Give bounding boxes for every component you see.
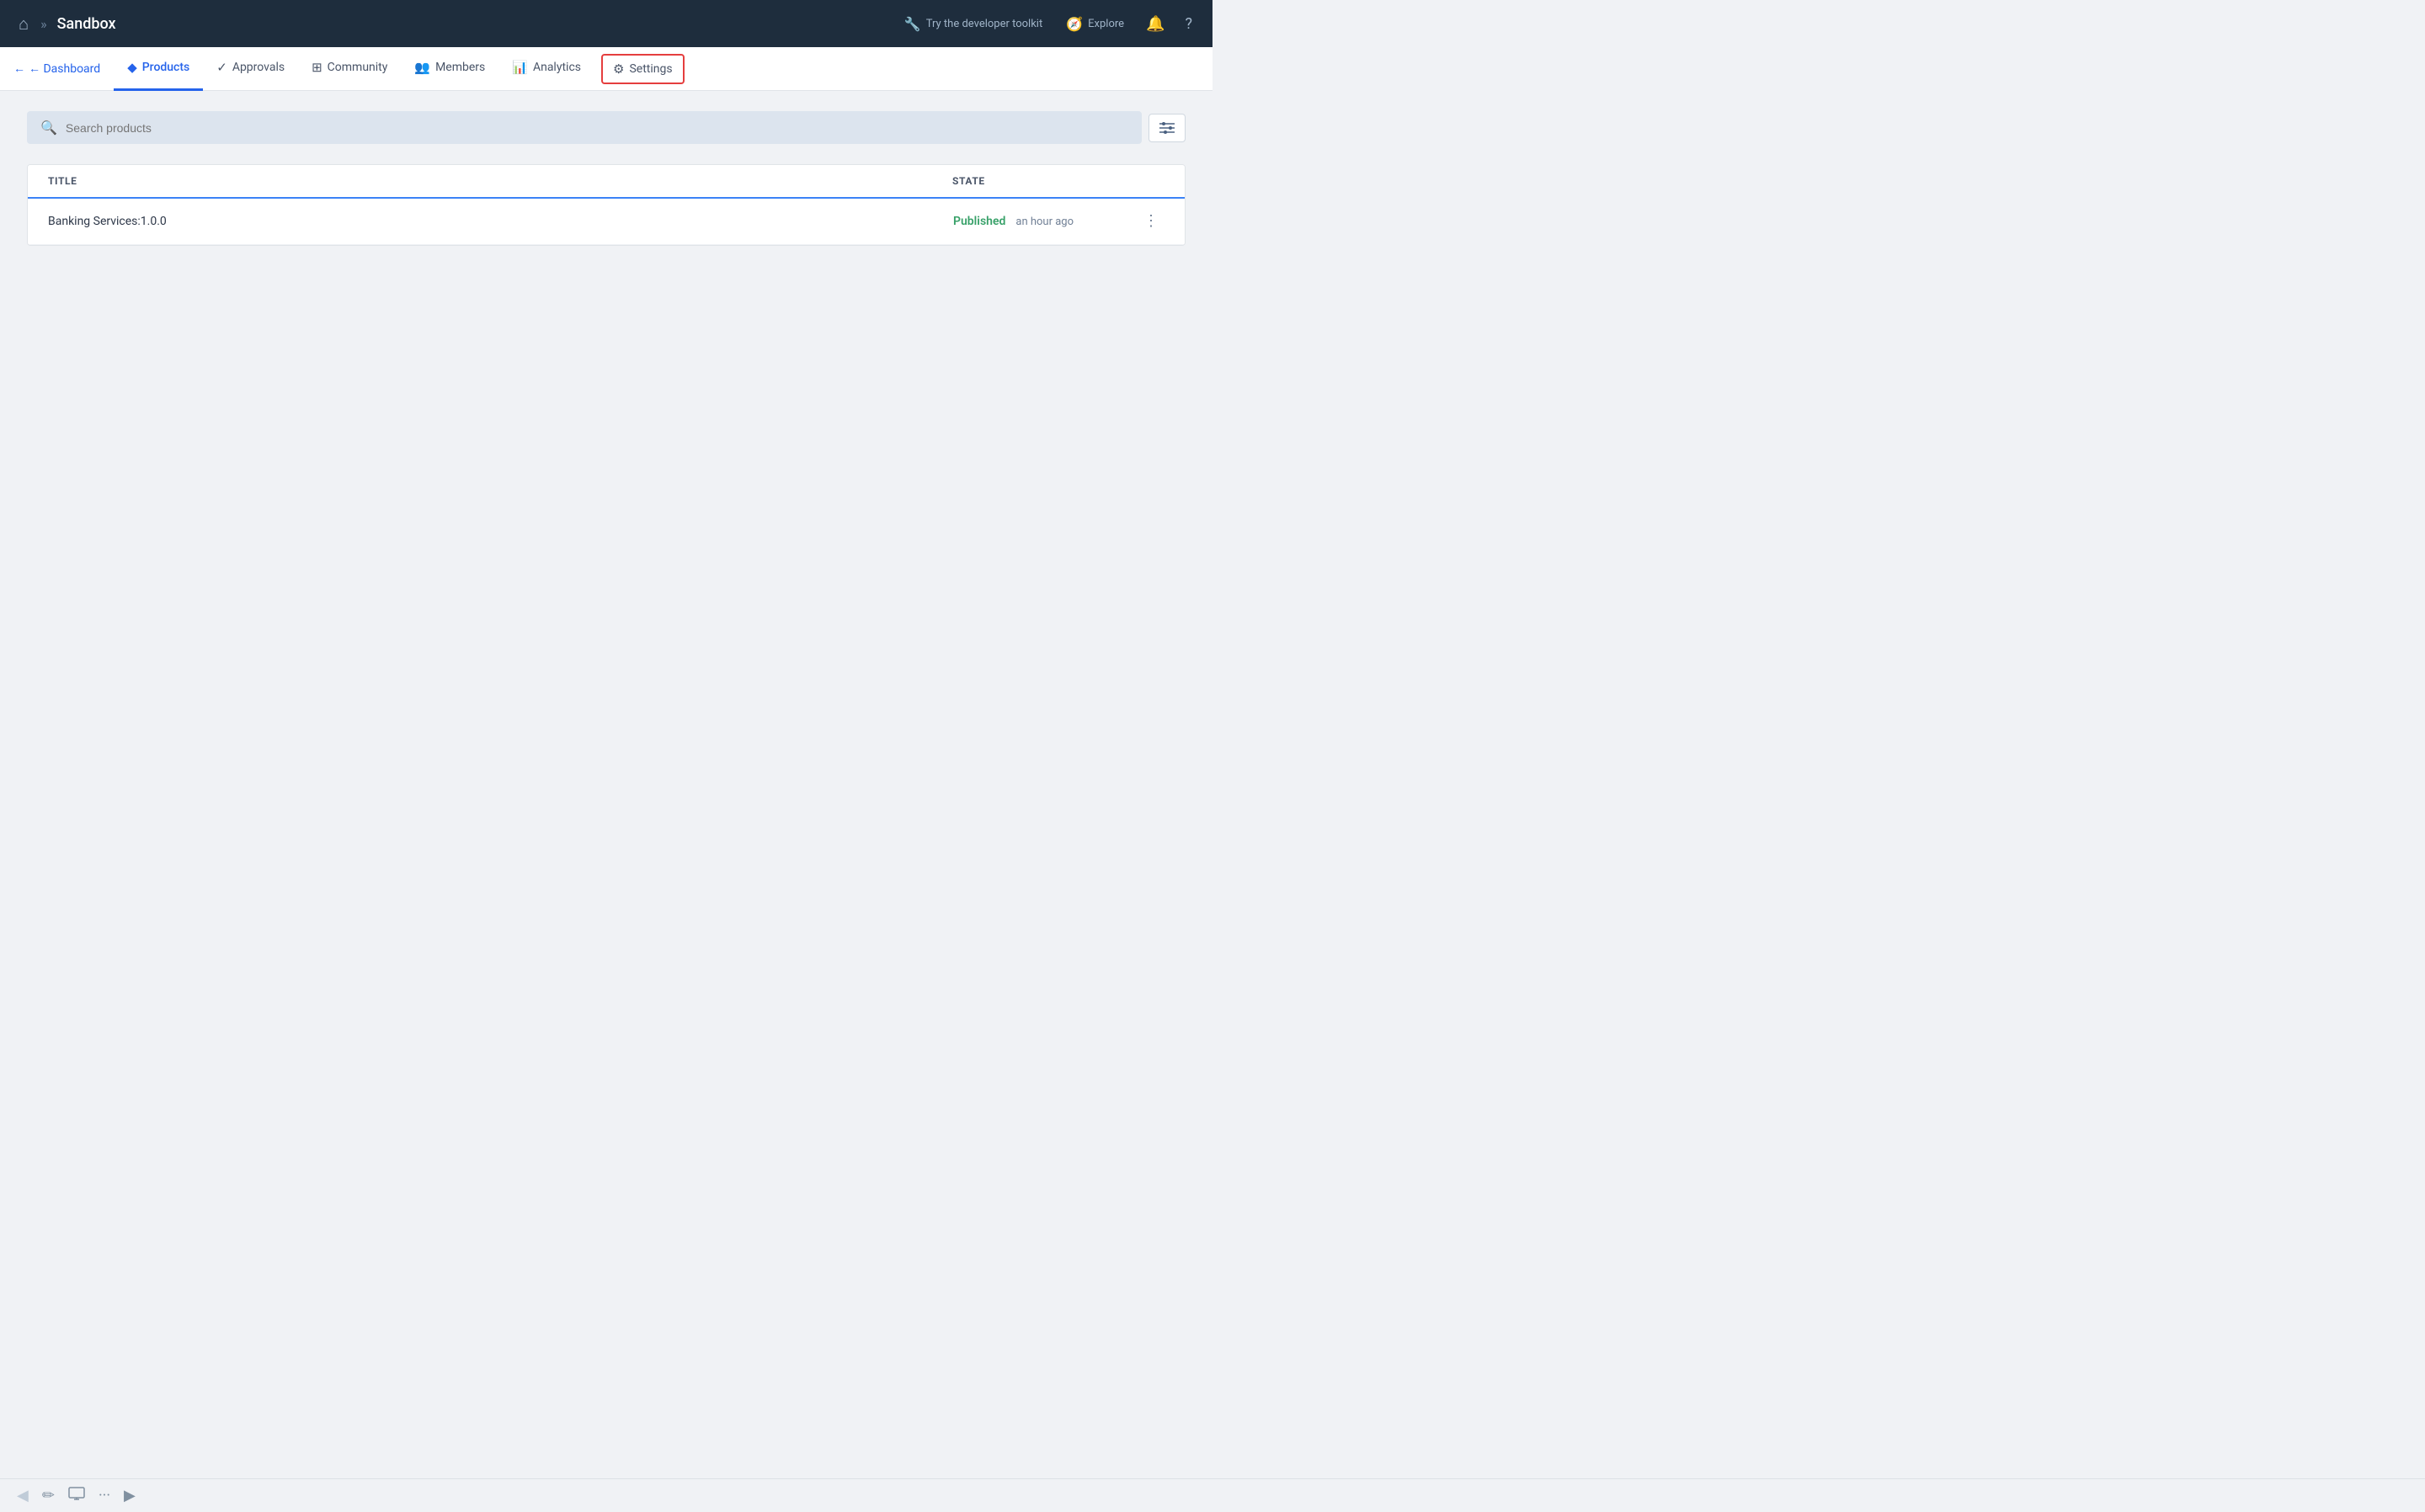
settings-tab-icon: ⚙ [613, 61, 624, 77]
analytics-tab-icon: 📊 [512, 60, 528, 75]
more-options-icon[interactable]: ··· [95, 1483, 114, 1508]
products-table: TITLE STATE Banking Services:1.0.0 Publi… [27, 164, 1186, 246]
members-tab-label: Members [435, 61, 485, 74]
approvals-tab-icon: ✓ [216, 60, 227, 75]
tab-analytics[interactable]: 📊 Analytics [498, 47, 594, 91]
page-title: Sandbox [57, 15, 889, 33]
toolkit-icon: 🔧 [904, 16, 921, 32]
members-tab-icon: 👥 [414, 60, 430, 75]
table-row[interactable]: Banking Services:1.0.0 Published an hour… [28, 199, 1185, 245]
community-tab-icon: ⊞ [312, 60, 322, 75]
products-tab-icon: ◆ [127, 60, 137, 75]
tab-navigation: ← ← Dashboard ◆ Products ✓ Approvals ⊞ C… [0, 47, 1212, 91]
status-badge: Published [953, 215, 1005, 228]
row-state-area: Published an hour ago [953, 215, 1138, 228]
column-title-header: TITLE [48, 175, 952, 187]
help-icon[interactable]: ? [1178, 10, 1199, 38]
dashboard-back-link[interactable]: ← ← Dashboard [13, 61, 110, 76]
breadcrumb-chevron: » [40, 16, 47, 32]
search-container: 🔍 [27, 111, 1186, 144]
explore-label: Explore [1088, 18, 1124, 30]
back-navigation-icon[interactable]: ◀ [13, 1483, 32, 1508]
tab-products[interactable]: ◆ Products [114, 47, 203, 91]
settings-tab-label: Settings [629, 62, 672, 76]
explore-button[interactable]: 🧭 Explore [1058, 11, 1133, 37]
back-arrow-icon: ← [13, 61, 25, 76]
bottom-toolbar: ◀ ✏ ··· ▶ [0, 1478, 2425, 1512]
search-input[interactable] [66, 121, 1128, 135]
tab-members[interactable]: 👥 Members [401, 47, 498, 91]
home-icon[interactable]: ⌂ [13, 8, 34, 40]
toolkit-label: Try the developer toolkit [926, 18, 1042, 30]
dashboard-label: ← Dashboard [29, 61, 100, 76]
tab-community[interactable]: ⊞ Community [298, 47, 401, 91]
approvals-tab-label: Approvals [232, 61, 285, 74]
developer-toolkit-button[interactable]: 🔧 Try the developer toolkit [896, 11, 1051, 37]
forward-navigation-icon[interactable]: ▶ [120, 1483, 139, 1508]
notifications-bell-icon[interactable]: 🔔 [1139, 10, 1171, 38]
tab-approvals[interactable]: ✓ Approvals [203, 47, 298, 91]
products-tab-label: Products [142, 61, 190, 74]
row-more-menu-button[interactable]: ⋮ [1138, 210, 1165, 232]
time-ago-label: an hour ago [1015, 216, 1074, 228]
product-title: Banking Services:1.0.0 [48, 215, 953, 228]
filter-button[interactable] [1149, 114, 1186, 142]
edit-icon[interactable]: ✏ [39, 1483, 58, 1508]
main-content-area: 🔍 TITLE STATE Banking Services:1.0.0 Pub… [0, 91, 1212, 722]
top-navigation: ⌂ » Sandbox 🔧 Try the developer toolkit … [0, 0, 1212, 47]
nav-right-actions: 🔧 Try the developer toolkit 🧭 Explore 🔔 … [896, 10, 1199, 38]
community-tab-label: Community [328, 61, 388, 74]
analytics-tab-label: Analytics [533, 61, 581, 74]
tab-settings[interactable]: ⚙ Settings [601, 54, 685, 84]
search-icon: 🔍 [40, 120, 57, 136]
search-box: 🔍 [27, 111, 1142, 144]
table-header: TITLE STATE [28, 165, 1185, 199]
monitor-icon[interactable] [65, 1483, 88, 1508]
column-state-header: STATE [952, 175, 1138, 187]
explore-icon: 🧭 [1066, 16, 1083, 32]
